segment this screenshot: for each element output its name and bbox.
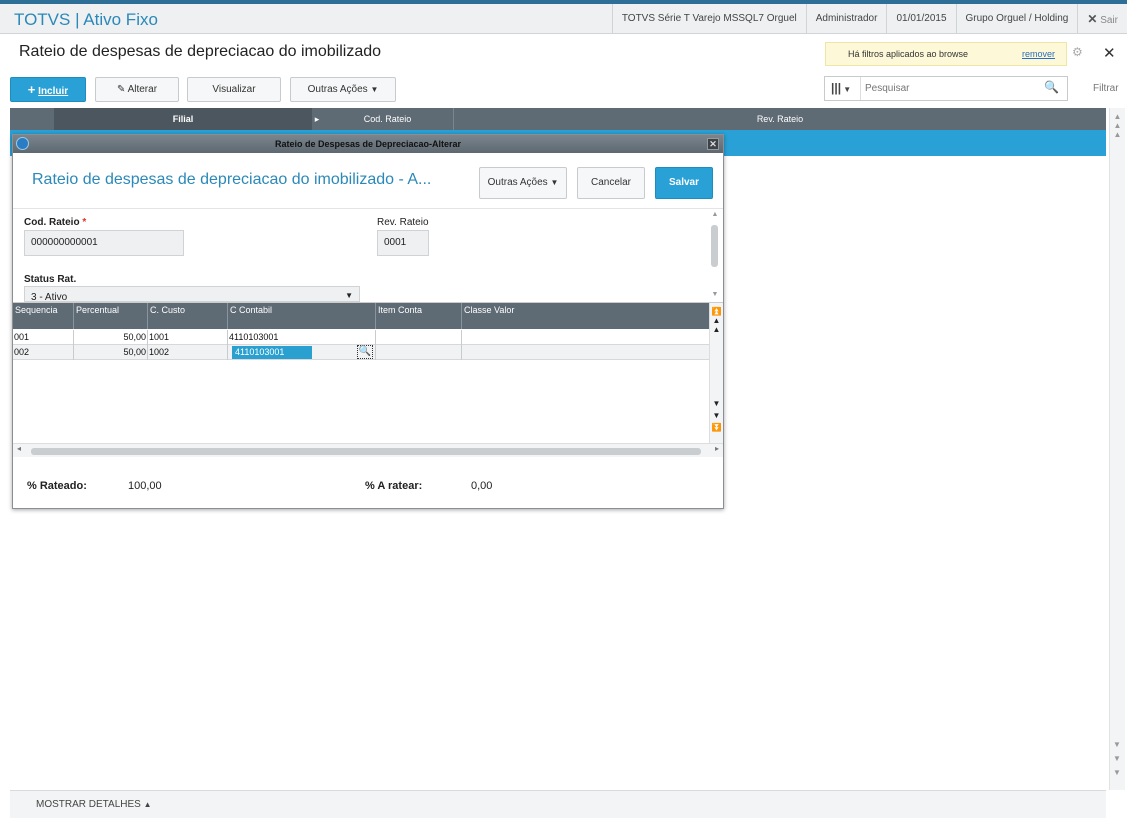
gear-icon[interactable]: ⚙: [1072, 45, 1086, 59]
search-icon[interactable]: 🔍: [1044, 80, 1059, 94]
status-label: Status Rat.: [24, 274, 77, 285]
pencil-icon: ✎: [116, 84, 126, 95]
rev-rateio-label: Rev. Rateio: [377, 217, 429, 228]
chevron-down-icon: ▼: [345, 291, 353, 300]
browse-header: Filial ▸ Cod. Rateio Rev. Rateio: [10, 108, 1106, 130]
a-ratear-value: 0,00: [471, 480, 493, 492]
include-button[interactable]: + Incluir: [10, 77, 86, 102]
a-ratear-label: % A ratear:: [365, 480, 423, 492]
dialog-heading: Rateio de despesas de depreciacao do imo…: [32, 171, 432, 188]
browse-scrollbar[interactable]: ▲ ▲ ▲ ▼ ▼ ▼: [1109, 108, 1125, 790]
edit-dialog: Rateio de Despesas de Depreciacao-Altera…: [12, 134, 724, 509]
remove-filter-link[interactable]: remover: [1022, 43, 1055, 65]
filter-notice: Há filtros aplicados ao browse remover: [825, 42, 1067, 66]
col-item-conta[interactable]: Item Conta: [375, 303, 461, 329]
more-actions-button[interactable]: Outras Ações ▼: [290, 77, 396, 102]
show-details-bar[interactable]: MOSTRAR DETALHES ▲: [10, 790, 1106, 818]
rev-rateio-field[interactable]: 0001: [377, 230, 429, 256]
chevron-up-icon: ▲: [143, 800, 152, 809]
col-classe-valor[interactable]: Classe Valor: [461, 303, 709, 329]
grid-horizontal-scrollbar[interactable]: ◂ ▸: [13, 443, 723, 457]
allocation-grid: Sequencia Percentual C. Custo C Contabil…: [13, 302, 723, 457]
allocation-grid-header: Sequencia Percentual C. Custo C Contabil…: [13, 303, 709, 329]
dialog-title-bar: Rateio de Despesas de Depreciacao-Altera…: [13, 135, 723, 153]
chevron-down-icon: ▼: [370, 85, 379, 94]
col-sequencia[interactable]: Sequencia: [13, 303, 73, 329]
columns-icon[interactable]: ||| ▼: [831, 81, 851, 95]
col-filial[interactable]: Filial: [54, 108, 312, 130]
col-c-custo[interactable]: C. Custo: [147, 303, 227, 329]
table-row[interactable]: 002 50,00 1002 4110103001 🔍: [13, 345, 709, 360]
filter-notice-text: Há filtros aplicados ao browse: [848, 49, 969, 59]
col-percentual[interactable]: Percentual: [73, 303, 147, 329]
date-label[interactable]: 01/01/2015: [886, 4, 955, 34]
form-scrollbar[interactable]: ▲ ▼: [709, 211, 721, 301]
rateado-label: % Rateado:: [27, 480, 87, 492]
status-select[interactable]: 3 - Ativo ▼: [24, 286, 360, 302]
col-cod-rateio[interactable]: Cod. Rateio: [322, 108, 454, 130]
page-title: Rateio de despesas de depreciacao do imo…: [19, 43, 382, 60]
dialog-header: Rateio de despesas de depreciacao do imo…: [13, 153, 723, 209]
filter-button[interactable]: Filtrar: [1093, 83, 1119, 94]
cancel-button[interactable]: Cancelar: [577, 167, 645, 199]
cod-rateio-field[interactable]: 000000000001: [24, 230, 184, 256]
company-label[interactable]: Grupo Orguel / Holding: [955, 4, 1078, 34]
table-row[interactable]: 001 50,00 1001 4110103001: [13, 330, 709, 345]
col-rev-rateio[interactable]: Rev. Rateio: [454, 108, 1106, 130]
plus-icon: +: [27, 82, 36, 97]
col-c-contabil[interactable]: C Contabil: [227, 303, 375, 329]
close-icon: ✕: [1087, 12, 1098, 26]
search-box: ||| ▼ 🔍: [824, 76, 1068, 101]
rateado-value: 100,00: [128, 480, 162, 492]
top-info: TOTVS Série T Varejo MSSQL7 Orguel Admin…: [611, 4, 1127, 34]
search-input[interactable]: [865, 80, 1035, 96]
user-label[interactable]: Administrador: [805, 4, 887, 34]
view-button[interactable]: Visualizar: [187, 77, 281, 102]
exit-button[interactable]: ✕ Sair: [1077, 4, 1127, 34]
app-title: TOTVS | Ativo Fixo: [14, 10, 158, 29]
cod-rateio-label: Cod. Rateio *: [24, 217, 87, 228]
c-contabil-edit-input[interactable]: 4110103001: [232, 346, 312, 359]
top-bar: TOTVS | Ativo Fixo TOTVS Série T Varejo …: [0, 0, 1127, 34]
chevron-down-icon: ▼: [550, 178, 559, 187]
dialog-more-actions-button[interactable]: Outras Ações ▼: [479, 167, 567, 199]
alter-button[interactable]: ✎ Alterar: [95, 77, 179, 102]
chevron-right-icon: ▸: [314, 114, 320, 124]
grid-vertical-scrollbar[interactable]: ⏫ ▲ ▲ ▼ ▼ ⏬: [709, 303, 723, 443]
app-logo-icon: [16, 137, 29, 150]
lookup-search-icon[interactable]: 🔍: [357, 345, 373, 359]
dialog-close-icon[interactable]: ✕: [707, 138, 719, 150]
save-button[interactable]: Salvar: [655, 167, 713, 199]
close-icon[interactable]: ✕: [1103, 44, 1116, 62]
environment-label: TOTVS Série T Varejo MSSQL7 Orguel: [611, 4, 806, 34]
